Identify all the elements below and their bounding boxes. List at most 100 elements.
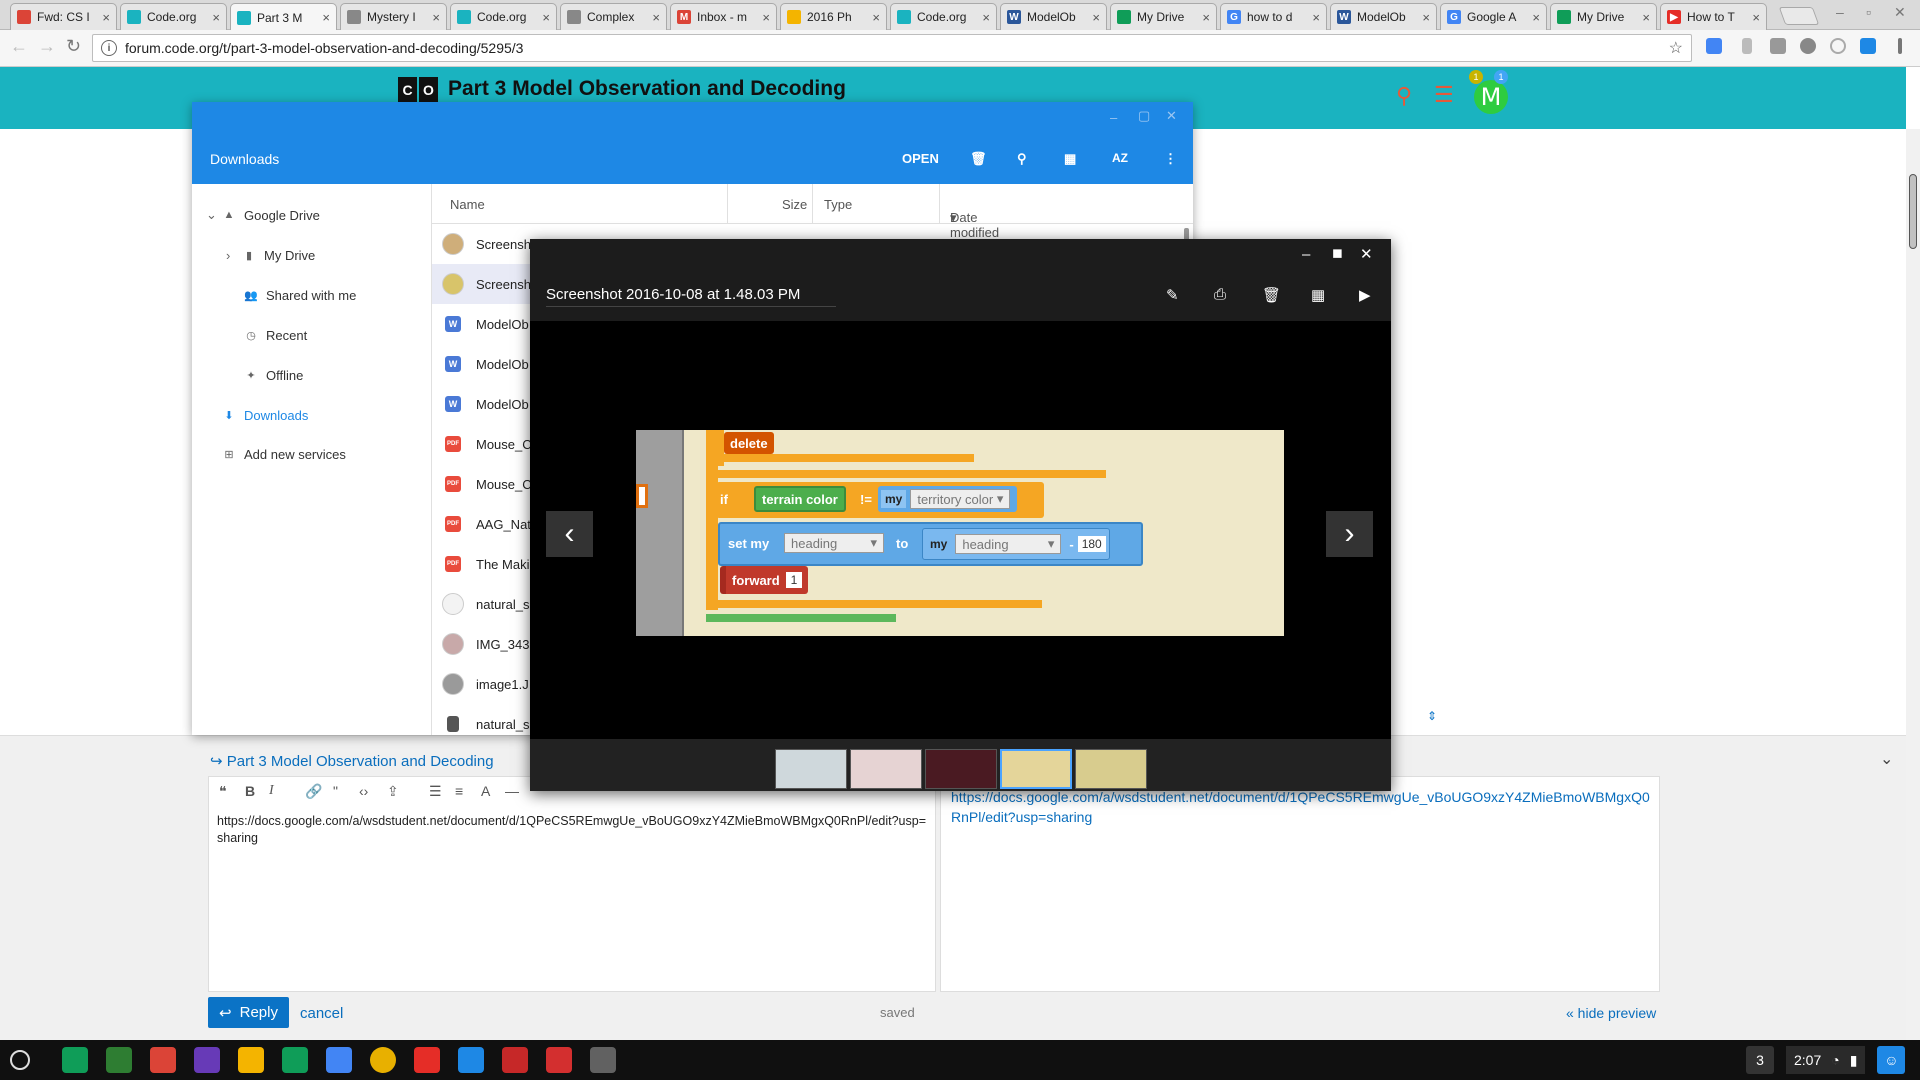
sidebar-item[interactable]: ◷ Recent <box>244 324 307 346</box>
rule-icon[interactable]: — <box>505 783 519 799</box>
thumbnail[interactable] <box>925 749 997 789</box>
tab[interactable]: M Inbox - m × <box>670 3 777 30</box>
files-titlebar[interactable]: – ▢ ✕ <box>192 102 1193 136</box>
docs-app-icon[interactable] <box>326 1047 352 1073</box>
blockquote-icon[interactable]: " <box>333 783 338 799</box>
sidebar-item[interactable]: 👥 Shared with me <box>244 284 356 306</box>
tab-close-icon[interactable]: × <box>1202 10 1210 25</box>
files-minimize-icon[interactable]: – <box>1110 110 1117 125</box>
quote-icon[interactable]: ❝ <box>219 783 227 800</box>
gallery-close-icon[interactable]: ✕ <box>1360 245 1373 263</box>
tab-close-icon[interactable]: × <box>432 10 440 25</box>
size-column-header[interactable]: Size <box>782 197 807 212</box>
close-window-icon[interactable]: ✕ <box>1894 4 1906 21</box>
tab-close-icon[interactable]: × <box>762 10 770 25</box>
settings-app-icon[interactable] <box>590 1047 616 1073</box>
open-button[interactable]: OPEN <box>902 151 939 166</box>
tab-close-icon[interactable]: × <box>1532 10 1540 25</box>
tab-close-icon[interactable]: × <box>1092 10 1100 25</box>
bullet-list-icon[interactable]: ☰ <box>429 783 442 800</box>
tab-close-icon[interactable]: × <box>102 10 110 25</box>
tab-close-icon[interactable]: × <box>322 10 330 25</box>
sidebar-item[interactable]: ⬇ Downloads <box>222 404 308 426</box>
tab[interactable]: 2016 Ph × <box>780 3 887 30</box>
type-column-header[interactable]: Type <box>824 197 852 212</box>
tab-close-icon[interactable]: × <box>1422 10 1430 25</box>
codeorg-logo[interactable]: C O <box>398 77 438 103</box>
tab[interactable]: W ModelOb × <box>1330 3 1437 30</box>
notification-badge[interactable]: 1 <box>1469 70 1483 84</box>
system-tray[interactable]: 3 2:07 ◔ ▮ ☺ <box>1746 1046 1906 1074</box>
tab[interactable]: G Google A × <box>1440 3 1547 30</box>
notification-count[interactable]: 3 <box>1746 1046 1774 1074</box>
preview-link[interactable]: https://docs.google.com/a/wsdstudent.net… <box>951 787 1651 827</box>
previous-image-button[interactable]: ‹ <box>546 511 593 557</box>
chevron-right-icon[interactable]: › <box>226 248 242 263</box>
youtube-app-icon[interactable] <box>414 1047 440 1073</box>
menu-icon[interactable] <box>1898 38 1902 54</box>
sidebar-item[interactable]: ⌄ ▲ Google Drive <box>206 204 320 226</box>
search-icon[interactable]: ⚲ <box>1017 151 1027 167</box>
slides-app-icon[interactable] <box>238 1047 264 1073</box>
files-close-icon[interactable]: ✕ <box>1166 108 1177 124</box>
gmail-app-icon[interactable] <box>150 1047 176 1073</box>
tab[interactable]: Mystery I × <box>340 3 447 30</box>
page-scrollbar-thumb[interactable] <box>1909 174 1917 249</box>
info-icon[interactable]: i <box>101 40 117 56</box>
sheets-app-icon[interactable] <box>282 1047 308 1073</box>
tab[interactable]: My Drive × <box>1110 3 1217 30</box>
message-badge[interactable]: 1 <box>1494 70 1508 84</box>
tab-close-icon[interactable]: × <box>1642 10 1650 25</box>
tab-close-icon[interactable]: × <box>1752 10 1760 25</box>
gallery-image-title[interactable]: Screenshot 2016-10-08 at 1.48.03 PM <box>546 286 836 307</box>
minimize-window-icon[interactable]: – <box>1836 4 1844 20</box>
forward-icon[interactable]: → <box>38 36 56 57</box>
sidebar-item[interactable]: ⊞ Add new services <box>222 443 346 465</box>
grid-view-icon[interactable]: ▦ <box>1064 151 1076 167</box>
gallery-maximize-icon[interactable]: ◼ <box>1332 245 1343 261</box>
thumbnail[interactable] <box>775 749 847 789</box>
edit-icon[interactable]: ✎ <box>1166 286 1179 304</box>
hamburger-menu-icon[interactable]: ☰ <box>1434 82 1454 108</box>
hide-preview-link[interactable]: « hide preview <box>1566 1005 1656 1021</box>
tab[interactable]: My Drive × <box>1550 3 1657 30</box>
thumbnail-selected[interactable] <box>1000 749 1072 789</box>
launcher-icon[interactable] <box>10 1050 30 1070</box>
slideshow-icon[interactable]: ▶ <box>1359 286 1371 304</box>
avatar[interactable]: M <box>1474 80 1508 114</box>
accessibility-icon[interactable]: ☺ <box>1877 1046 1906 1074</box>
camera-app-icon[interactable] <box>546 1047 572 1073</box>
files-maximize-icon[interactable]: ▢ <box>1138 108 1150 124</box>
tab-close-icon[interactable]: × <box>652 10 660 25</box>
name-column-header[interactable]: Name <box>450 197 485 212</box>
drive-app-icon[interactable] <box>62 1047 88 1073</box>
cancel-link[interactable]: cancel <box>300 1005 343 1022</box>
editor-textarea[interactable]: ❝ B I 🔗 " ‹› ⇪ ☰ ≡ A — https://docs.goog… <box>208 776 936 992</box>
sidebar-item[interactable]: ✦ Offline <box>244 364 303 386</box>
delete-icon[interactable]: 🗑 <box>970 151 987 167</box>
tab[interactable]: W ModelOb × <box>1000 3 1107 30</box>
clock-extension-icon[interactable] <box>1830 38 1846 54</box>
delete-icon[interactable]: 🗑 <box>1262 286 1281 304</box>
link-icon[interactable]: 🔗 <box>305 783 322 800</box>
tab[interactable]: Ghow to d × <box>1220 3 1327 30</box>
thumbnail[interactable] <box>1075 749 1147 789</box>
page-scrollbar[interactable] <box>1906 129 1920 1057</box>
chevron-down-icon[interactable]: ⌄ <box>206 207 222 223</box>
chrome-app-icon[interactable] <box>370 1047 396 1073</box>
back-icon[interactable]: ← <box>10 36 28 57</box>
reload-icon[interactable]: ↻ <box>66 36 81 57</box>
translate-extension-icon[interactable] <box>1706 38 1722 54</box>
person-extension-icon[interactable] <box>1800 38 1816 54</box>
upload-icon[interactable]: ⇪ <box>387 783 399 800</box>
tab[interactable]: Complex × <box>560 3 667 30</box>
code-icon[interactable]: ‹› <box>359 783 368 799</box>
status-area[interactable]: 2:07 ◔ ▮ <box>1786 1046 1866 1074</box>
background-select-arrows[interactable]: ⇕ <box>1393 703 1443 729</box>
classroom-app-icon[interactable] <box>106 1047 132 1073</box>
page-title[interactable]: Part 3 Model Observation and Decoding <box>448 77 846 101</box>
print-icon[interactable]: ⎙ <box>1214 286 1226 303</box>
tab[interactable]: Fwd: CS I × <box>10 3 117 30</box>
next-image-button[interactable]: › <box>1326 511 1373 557</box>
tab[interactable]: Code.org × <box>890 3 997 30</box>
